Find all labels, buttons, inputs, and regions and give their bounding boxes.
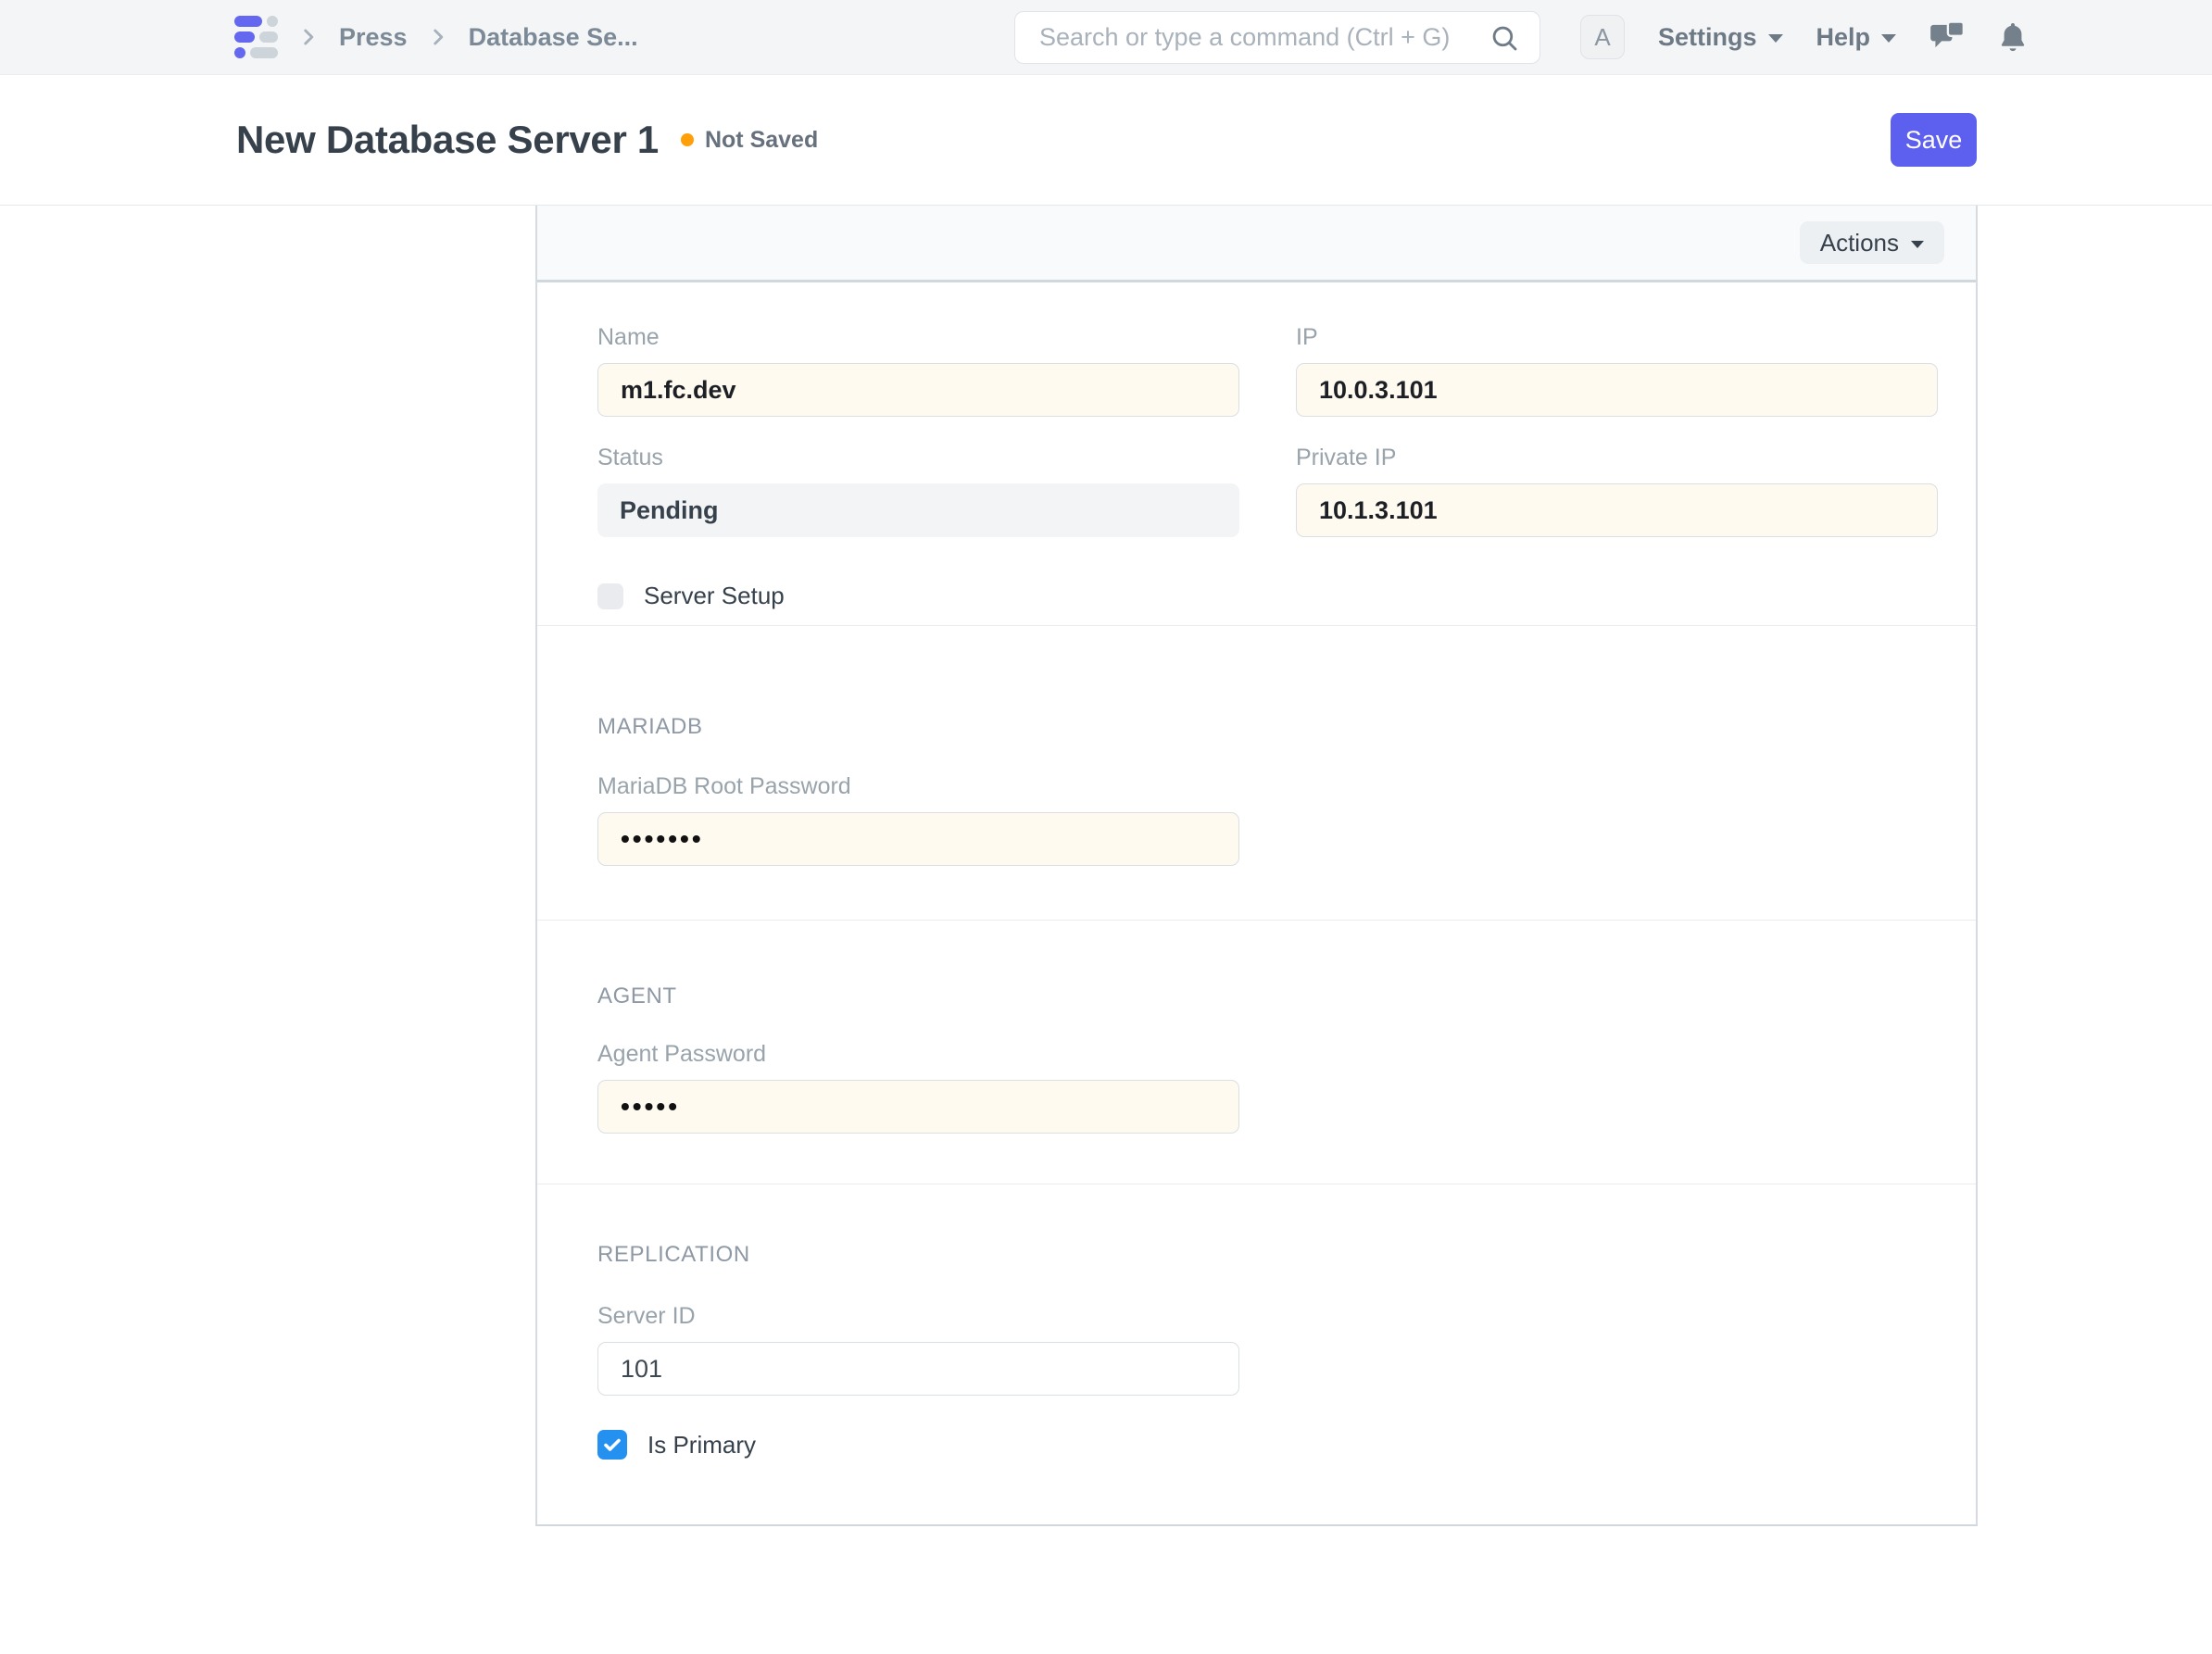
caret-down-icon <box>1911 241 1924 248</box>
server-setup-label: Server Setup <box>644 582 785 610</box>
field-mariadb-root-password: MariaDB Root Password <box>597 773 1934 866</box>
field-name: Name <box>597 324 1239 417</box>
chevron-right-icon <box>296 25 320 49</box>
field-server-id: Server ID <box>597 1303 1934 1396</box>
name-label: Name <box>597 324 1239 351</box>
server-id-label: Server ID <box>597 1303 1934 1330</box>
agent-password-input[interactable] <box>597 1080 1239 1134</box>
server-id-input[interactable] <box>597 1342 1239 1396</box>
field-status: Status Pending <box>597 445 1239 537</box>
actions-button[interactable]: Actions <box>1800 221 1944 264</box>
server-setup-checkbox-row[interactable]: Server Setup <box>597 582 1934 610</box>
save-button[interactable]: Save <box>1891 113 1977 167</box>
search-icon <box>1489 23 1519 53</box>
agent-section-title: AGENT <box>597 984 1934 1009</box>
status-label: Status <box>597 445 1239 471</box>
search-input[interactable] <box>1039 23 1489 52</box>
server-setup-checkbox[interactable] <box>597 583 623 609</box>
breadcrumb: Press Database Se... <box>234 0 638 74</box>
is-primary-checkbox-row[interactable]: Is Primary <box>597 1430 1934 1460</box>
not-saved-dot-icon <box>681 133 694 146</box>
is-primary-checkbox[interactable] <box>597 1430 627 1460</box>
section-replication: REPLICATION Server ID Is Primary <box>537 1184 1976 1524</box>
breadcrumb-database-servers[interactable]: Database Se... <box>469 23 638 52</box>
section-mariadb: MARIADB MariaDB Root Password <box>537 626 1976 921</box>
section-agent: AGENT Agent Password <box>537 921 1976 1184</box>
breadcrumb-press[interactable]: Press <box>339 23 408 52</box>
help-menu[interactable]: Help <box>1816 23 1897 52</box>
form-container: Actions Name IP Status Pending Private I… <box>535 206 1978 1526</box>
field-ip: IP <box>1296 324 1938 417</box>
global-search <box>1014 11 1540 64</box>
private-ip-label: Private IP <box>1296 445 1938 471</box>
not-saved-label: Not Saved <box>705 127 818 154</box>
private-ip-input[interactable] <box>1296 483 1938 537</box>
settings-menu[interactable]: Settings <box>1658 23 1783 52</box>
name-input[interactable] <box>597 363 1239 417</box>
agent-password-label: Agent Password <box>597 1041 1934 1068</box>
page-title: New Database Server 1 <box>236 118 659 162</box>
mariadb-root-password-label: MariaDB Root Password <box>597 773 1934 800</box>
ip-label: IP <box>1296 324 1938 351</box>
status-value: Pending <box>597 483 1239 537</box>
mariadb-section-title: MARIADB <box>597 714 1934 740</box>
user-avatar[interactable]: A <box>1580 15 1625 59</box>
ip-input[interactable] <box>1296 363 1938 417</box>
is-primary-label: Is Primary <box>647 1431 756 1460</box>
field-agent-password: Agent Password <box>597 1041 1934 1134</box>
section-details: Name IP Status Pending Private IP Server… <box>537 282 1976 626</box>
caret-down-icon <box>1768 34 1783 43</box>
save-status-indicator: Not Saved <box>681 127 818 154</box>
field-private-ip: Private IP <box>1296 445 1938 537</box>
frappe-logo-icon[interactable] <box>234 16 278 58</box>
form-toolbar: Actions <box>537 206 1976 282</box>
chevron-right-icon <box>426 25 450 49</box>
bell-icon[interactable] <box>1998 21 2028 53</box>
check-icon <box>601 1434 623 1456</box>
page-head: New Database Server 1 Not Saved Save <box>0 75 2212 206</box>
caret-down-icon <box>1881 34 1896 43</box>
navbar-right: A Settings Help <box>1580 0 2028 74</box>
mariadb-root-password-input[interactable] <box>597 812 1239 866</box>
chat-icon[interactable] <box>1929 20 1965 54</box>
navbar: Press Database Se... A Settings Help <box>0 0 2212 75</box>
replication-section-title: REPLICATION <box>597 1242 1934 1268</box>
